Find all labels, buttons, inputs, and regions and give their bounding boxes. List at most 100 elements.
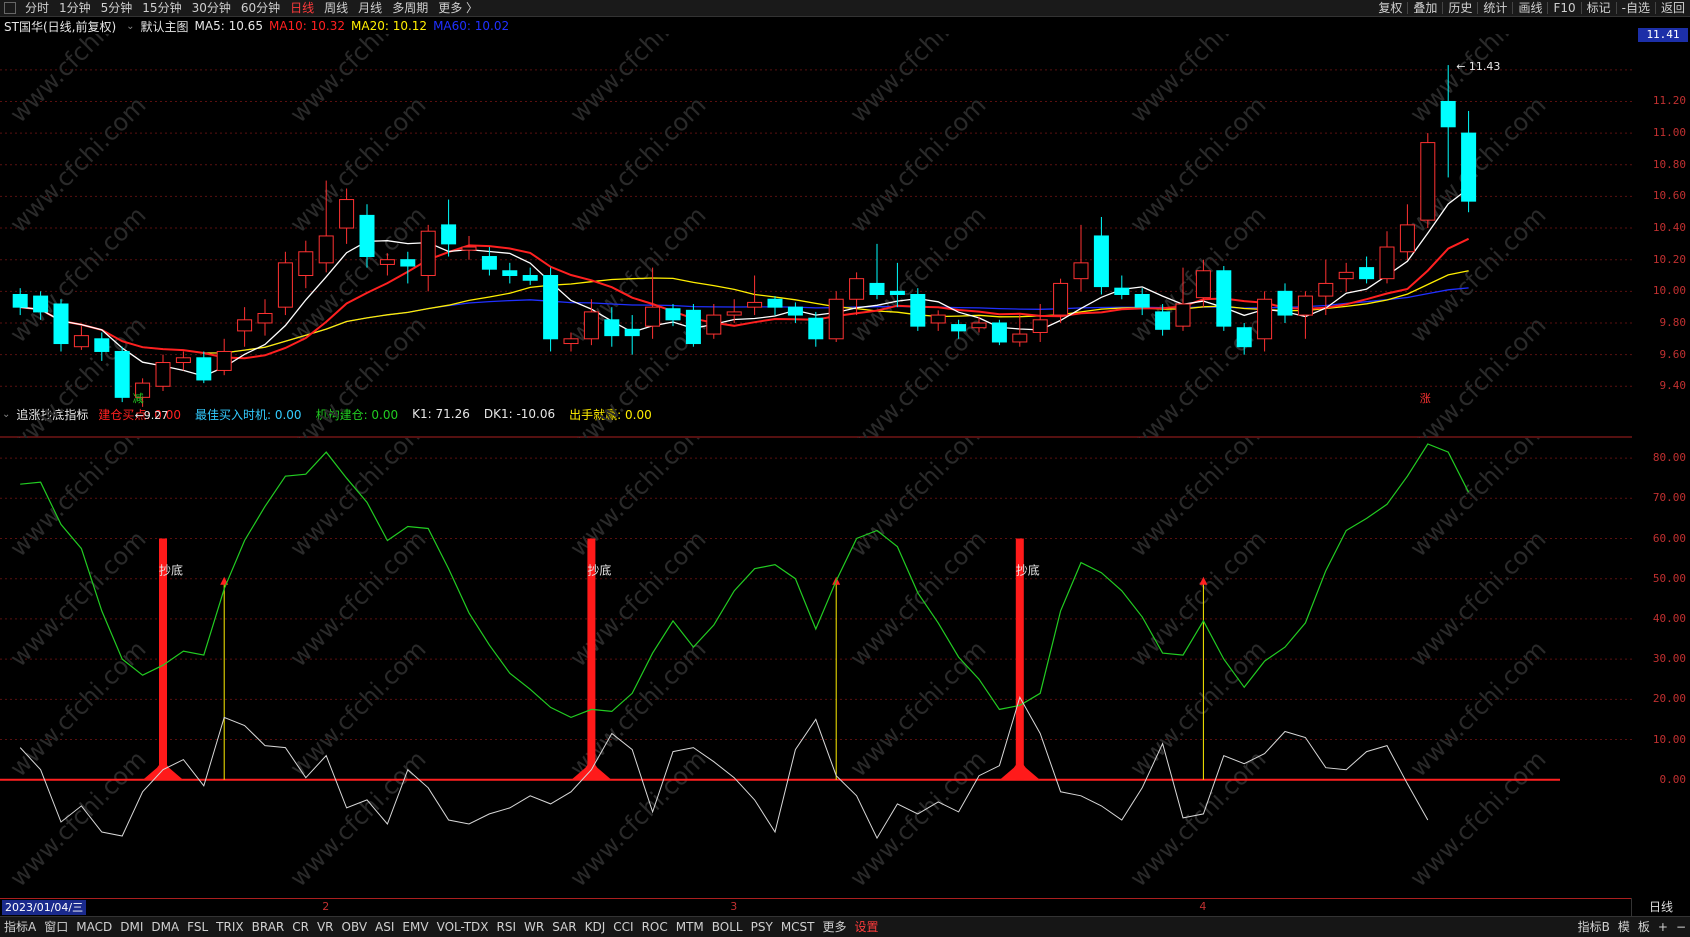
candle bbox=[1297, 291, 1313, 339]
candle bbox=[1093, 216, 1109, 295]
period-tab[interactable]: 15分钟 bbox=[137, 0, 186, 16]
date-axis: 2023/01/04/三 2 3 4 bbox=[0, 898, 1632, 917]
date-mark: 3 bbox=[730, 900, 738, 913]
price-chart[interactable]: www.cfchi.com www.cfchi.com www.cfchi.com w… bbox=[0, 34, 1632, 438]
indicator-bar-button[interactable]: + bbox=[1654, 917, 1672, 937]
toolbar-button[interactable]: 叠加 bbox=[1408, 0, 1442, 16]
toolbar-button[interactable]: 统计 bbox=[1478, 0, 1512, 16]
indicator-chart[interactable]: www.cfchi.com www.cfchi.com www.cfchi.com w… bbox=[0, 438, 1632, 898]
toolbar-button[interactable]: 标记 bbox=[1582, 0, 1616, 16]
indicator-tab[interactable]: CR bbox=[288, 917, 313, 937]
period-tab[interactable]: 周线 bbox=[319, 0, 353, 16]
indicator-tab[interactable]: SAR bbox=[548, 917, 580, 937]
price-tick: 10.40 bbox=[1652, 221, 1686, 235]
candle bbox=[502, 262, 518, 284]
indicator-tab[interactable]: 更多 bbox=[819, 917, 851, 937]
indicator-tick: 10.00 bbox=[1652, 732, 1686, 746]
price-axis: 11.20 11.00 10.80 10.60 10.40 10.20 10.00 9.80 9… bbox=[1636, 34, 1690, 438]
indicator-tab[interactable]: RSI bbox=[493, 917, 521, 937]
main-indicator-name[interactable]: 默认主图 bbox=[141, 18, 189, 35]
price-tick: 9.60 bbox=[1659, 347, 1687, 361]
candle bbox=[1073, 224, 1089, 292]
period-tab[interactable]: 多周期 bbox=[387, 0, 433, 16]
candle bbox=[1461, 110, 1477, 213]
indicator-tick: 70.00 bbox=[1652, 491, 1686, 505]
indicator-tab[interactable]: FSL bbox=[183, 917, 212, 937]
candle bbox=[400, 251, 416, 284]
candle bbox=[1012, 315, 1028, 347]
indicator-tab[interactable]: MTM bbox=[672, 917, 708, 937]
indicator-tab[interactable]: ROC bbox=[638, 917, 672, 937]
candle bbox=[257, 299, 273, 336]
candle bbox=[543, 267, 559, 352]
toolbar-button[interactable]: 返回 bbox=[1656, 0, 1690, 16]
bottom-signal-label: 抄底 bbox=[1016, 563, 1040, 578]
indicator-tab[interactable]: WR bbox=[520, 917, 548, 937]
period-tab[interactable]: 1分钟 bbox=[54, 0, 96, 16]
indicator-tab[interactable]: BOLL bbox=[708, 917, 747, 937]
candle bbox=[1379, 231, 1395, 284]
candle bbox=[706, 303, 722, 339]
indicator-tab[interactable]: ASI bbox=[371, 917, 398, 937]
indicator-tab[interactable]: 设置 bbox=[851, 917, 883, 937]
indicator-bar-button[interactable]: 板 bbox=[1634, 917, 1654, 937]
toolbar-right: 复权 叠加 历史 统计 画线 F10 标记 -自选 返回 bbox=[1373, 0, 1690, 16]
indicator-tab[interactable]: PSY bbox=[747, 917, 777, 937]
indicator-bar-button[interactable]: 指标B bbox=[1574, 917, 1614, 937]
indicator-tab[interactable]: KDJ bbox=[581, 917, 610, 937]
indicator-tab[interactable]: 指标A bbox=[0, 917, 40, 937]
indicator-tick: 80.00 bbox=[1652, 451, 1686, 465]
toolbar-button[interactable]: 复权 bbox=[1373, 0, 1407, 16]
top-toolbar: 分时 1分钟 5分钟 15分钟 30分钟 60分钟 日线 周线 月线 多周期 更多 〉 复权 叠加 历史… bbox=[0, 0, 1690, 17]
date-mark: 4 bbox=[1199, 900, 1207, 913]
indicator-bar-button[interactable]: − bbox=[1672, 917, 1690, 937]
low-marker: 减 bbox=[133, 392, 144, 405]
candle bbox=[1216, 266, 1232, 331]
indicator-tab[interactable]: CCI bbox=[609, 917, 637, 937]
candle bbox=[1338, 262, 1354, 292]
toolbar-button[interactable]: 历史 bbox=[1443, 0, 1477, 16]
ma10-value: MA10: 10.32 bbox=[268, 19, 346, 33]
indicator-tab[interactable]: DMA bbox=[147, 917, 183, 937]
indicator-tab[interactable]: MACD bbox=[72, 917, 116, 937]
indicator-tab[interactable]: VR bbox=[313, 917, 338, 937]
candle bbox=[461, 235, 477, 260]
candle bbox=[420, 224, 436, 292]
indicator-tab[interactable]: BRAR bbox=[248, 917, 289, 937]
candle bbox=[522, 267, 538, 286]
candle bbox=[155, 354, 171, 392]
indicator-tab[interactable]: OBV bbox=[338, 917, 372, 937]
indicator-tick: 40.00 bbox=[1652, 611, 1686, 625]
window-icon[interactable] bbox=[4, 2, 16, 14]
candle bbox=[930, 310, 946, 331]
period-label[interactable]: 日线 bbox=[1631, 898, 1690, 916]
candle bbox=[1277, 283, 1293, 323]
period-tab[interactable]: 60分钟 bbox=[236, 0, 285, 16]
indicator-tick: 30.00 bbox=[1652, 652, 1686, 666]
indicator-bar-button[interactable]: 模 bbox=[1614, 917, 1634, 937]
indicator-tab[interactable]: MCST bbox=[777, 917, 819, 937]
indicator-tab[interactable]: 窗口 bbox=[40, 917, 72, 937]
period-tab[interactable]: 30分钟 bbox=[187, 0, 236, 16]
period-tab[interactable]: 月线 bbox=[353, 0, 387, 16]
period-tab[interactable]: 分时 bbox=[20, 0, 54, 16]
current-price-flag: 11.41 bbox=[1638, 28, 1688, 42]
candle bbox=[73, 326, 89, 350]
toolbar-button[interactable]: -自选 bbox=[1617, 0, 1655, 16]
toolbar-button[interactable]: 画线 bbox=[1513, 0, 1547, 16]
toolbar-button[interactable]: F10 bbox=[1548, 0, 1580, 16]
candle bbox=[624, 315, 640, 355]
candle bbox=[441, 199, 457, 257]
candle bbox=[910, 288, 926, 331]
indicator-tab[interactable]: VOL-TDX bbox=[433, 917, 493, 937]
chevron-down-icon[interactable]: ⌄ bbox=[126, 21, 134, 32]
candle bbox=[991, 319, 1007, 346]
price-tick: 11.00 bbox=[1652, 126, 1686, 140]
indicator-tab[interactable]: DMI bbox=[116, 917, 147, 937]
period-tab[interactable]: 5分钟 bbox=[96, 0, 138, 16]
period-tab[interactable]: 日线 bbox=[285, 0, 319, 16]
period-tab[interactable]: 更多 〉 bbox=[433, 0, 483, 16]
indicator-tab[interactable]: EMV bbox=[398, 917, 432, 937]
price-tick: 9.80 bbox=[1659, 315, 1687, 329]
indicator-tab[interactable]: TRIX bbox=[212, 917, 247, 937]
